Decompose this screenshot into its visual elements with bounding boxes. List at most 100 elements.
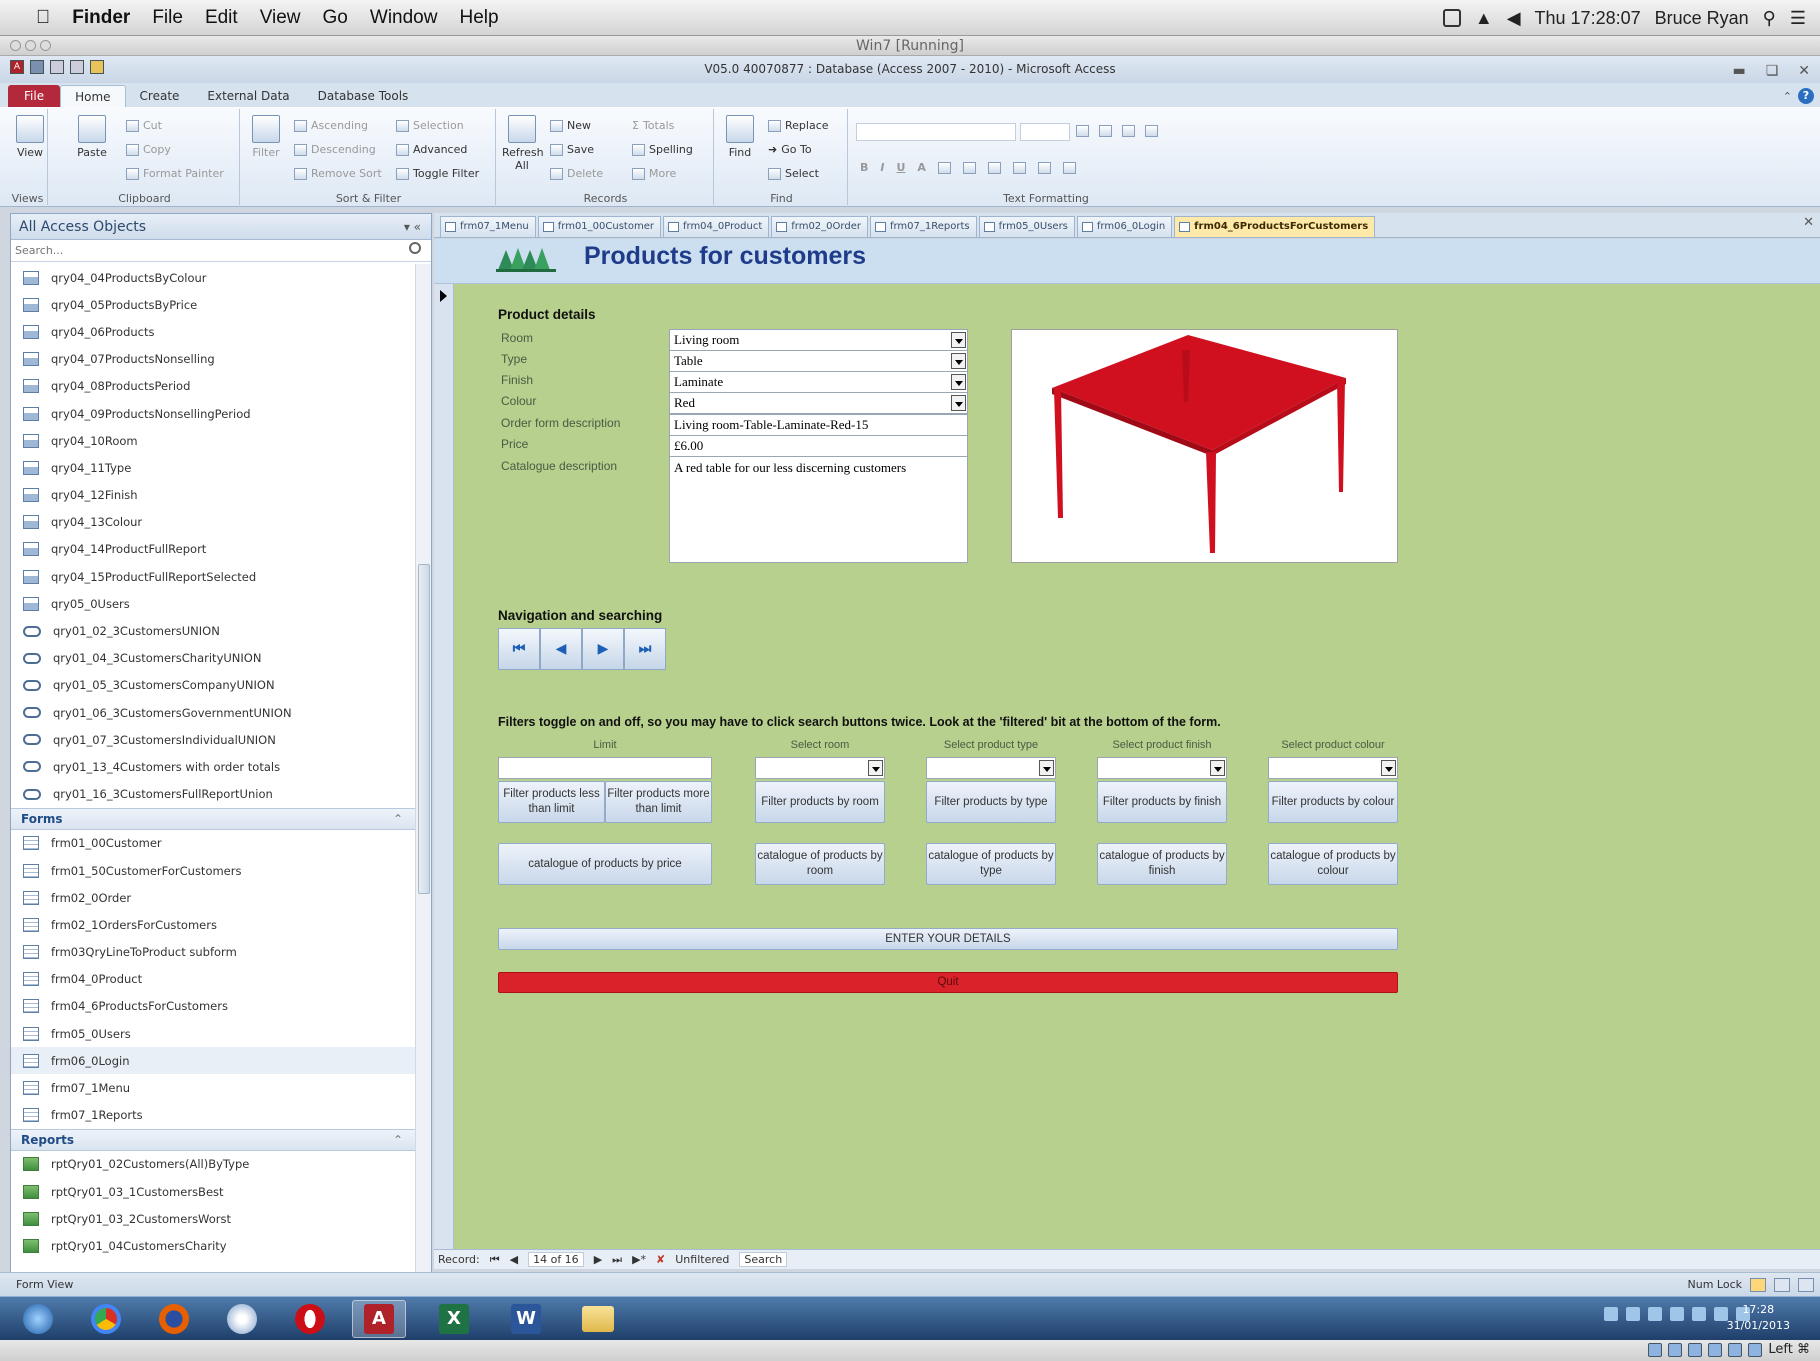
list-item[interactable]: qry04_14ProductFullReport	[11, 536, 415, 563]
selection-button[interactable]: Selection	[396, 119, 464, 132]
status-icon[interactable]	[1442, 9, 1461, 27]
catalogue-by-colour-button[interactable]: catalogue of products by colour	[1268, 843, 1398, 885]
list-item[interactable]: frm04_0Product	[11, 966, 415, 993]
list-item[interactable]: qry04_09ProductsNonsellingPeriod	[11, 400, 415, 427]
italic-icon[interactable]: I	[880, 161, 884, 174]
spotlight-icon[interactable]: ⚲	[1763, 8, 1776, 29]
doc-tab[interactable]: frm07_1Menu	[440, 216, 536, 237]
folder-icon[interactable]	[90, 60, 104, 74]
advanced-button[interactable]: Advanced	[396, 143, 467, 156]
align-right-icon[interactable]	[1037, 161, 1051, 174]
list-item[interactable]: rptQry01_02Customers(All)ByType	[11, 1151, 415, 1178]
save-icon[interactable]	[30, 60, 44, 74]
minimize-dot[interactable]	[25, 40, 36, 51]
list-item[interactable]: rptQry01_04CustomersCharity	[11, 1232, 415, 1259]
find-button[interactable]: Find	[720, 113, 760, 159]
list-item[interactable]: frm04_6ProductsForCustomers	[11, 993, 415, 1020]
minimize-icon[interactable]: ▬	[1732, 58, 1745, 85]
totals-button[interactable]: Σ Totals	[632, 119, 674, 132]
list-item[interactable]: qry04_13Colour	[11, 509, 415, 536]
reports-section-header[interactable]: Reports ⌃	[11, 1128, 415, 1151]
filter-by-finish-button[interactable]: Filter products by finish	[1097, 781, 1227, 823]
replace-button[interactable]: Replace	[768, 119, 829, 132]
first-record-icon[interactable]: ⏮	[490, 1253, 500, 1267]
list-item[interactable]: frm01_50CustomerForCustomers	[11, 857, 415, 884]
design-view-icon[interactable]	[1798, 1278, 1814, 1292]
list-item[interactable]: qry04_11Type	[11, 454, 415, 481]
filter-less-than-limit-button[interactable]: Filter products less than limit	[498, 781, 605, 823]
list-item[interactable]: qry04_12Finish	[11, 482, 415, 509]
chevron-down-icon[interactable]	[951, 332, 966, 348]
list-item[interactable]: frm07_1Reports	[11, 1102, 415, 1129]
chevron-down-icon[interactable]	[1381, 760, 1396, 776]
new-record-icon[interactable]: ▶*	[632, 1253, 646, 1266]
doc-tab[interactable]: frm01_00Customer	[537, 216, 661, 237]
finish-combo[interactable]: Laminate	[669, 371, 968, 393]
copy-button[interactable]: Copy	[126, 143, 171, 156]
doc-tab[interactable]: frm04_0Product	[662, 216, 770, 237]
align-center-icon[interactable]	[1012, 161, 1026, 174]
access-app-icon[interactable]: A	[10, 60, 24, 74]
wifi-icon[interactable]: ▲	[1475, 8, 1493, 29]
prev-record-icon[interactable]: ◀	[510, 1253, 518, 1266]
list-item[interactable]: frm02_0Order	[11, 884, 415, 911]
last-record-icon[interactable]: ⏭	[612, 1253, 622, 1267]
volume-icon[interactable]: ◀	[1507, 8, 1521, 29]
list-item[interactable]: qry01_05_3CustomersCompanyUNION	[11, 672, 415, 699]
list-item[interactable]: qry01_16_3CustomersFullReportUnion	[11, 781, 415, 808]
search-icon[interactable]	[409, 242, 421, 254]
select-colour-combo[interactable]	[1268, 757, 1398, 779]
list-item[interactable]: frm03QryLineToProduct subform	[11, 939, 415, 966]
menu-file[interactable]: File	[152, 7, 183, 29]
vm-disk-icon[interactable]	[1648, 1342, 1663, 1357]
first-record-button[interactable]: ⏮	[498, 628, 540, 670]
menu-edit[interactable]: Edit	[205, 7, 238, 29]
redo-icon[interactable]	[70, 60, 84, 74]
tab-database-tools[interactable]: Database Tools	[304, 85, 423, 107]
ascending-button[interactable]: Ascending	[294, 119, 368, 132]
save-record-button[interactable]: Save	[550, 143, 594, 156]
chevron-down-icon[interactable]	[1210, 760, 1225, 776]
chevron-down-icon[interactable]	[951, 353, 966, 369]
close-icon[interactable]: ✕	[1798, 58, 1810, 85]
tray-icon[interactable]	[1648, 1307, 1662, 1321]
doc-tab[interactable]: frm07_1Reports	[869, 216, 977, 237]
vm-cd-icon[interactable]	[1668, 1342, 1683, 1357]
refresh-all-button[interactable]: Refresh All	[502, 113, 544, 172]
filter-button[interactable]: Filter	[246, 113, 286, 159]
list-item[interactable]: frm06_0Login	[11, 1047, 415, 1075]
toggle-filter-button[interactable]: Toggle Filter	[396, 167, 479, 180]
forms-section-header[interactable]: Forms ⌃	[11, 807, 415, 830]
start-button[interactable]	[16, 1300, 60, 1338]
enter-your-details-button[interactable]: ENTER YOUR DETAILS	[498, 928, 1398, 950]
close-document-icon[interactable]: ✕	[1803, 215, 1814, 230]
room-combo[interactable]: Living room	[669, 329, 968, 351]
zoom-dot[interactable]	[40, 40, 51, 51]
spelling-button[interactable]: Spelling	[632, 143, 693, 156]
filter-more-than-limit-button[interactable]: Filter products more than limit	[605, 781, 712, 823]
gridlines-icon[interactable]	[1062, 161, 1076, 174]
colour-combo[interactable]: Red	[669, 392, 968, 414]
tab-create[interactable]: Create	[126, 85, 194, 107]
taskbar-access[interactable]: A	[352, 1300, 406, 1338]
type-combo[interactable]: Table	[669, 350, 968, 372]
taskbar-opera[interactable]	[288, 1300, 332, 1338]
catalogue-by-price-button[interactable]: catalogue of products by price	[498, 843, 712, 885]
nav-pane-header[interactable]: All Access Objects ▾ «	[11, 214, 431, 240]
font-size-select[interactable]	[1020, 123, 1070, 141]
taskbar-firefox[interactable]	[152, 1300, 196, 1338]
font-color-icon[interactable]: A	[917, 161, 926, 174]
descending-button[interactable]: Descending	[294, 143, 376, 156]
list-item[interactable]: qry01_07_3CustomersIndividualUNION	[11, 726, 415, 753]
collapse-icon[interactable]: ⌃	[393, 809, 403, 830]
format-painter-button[interactable]: Format Painter	[126, 167, 224, 180]
highlight-icon[interactable]	[937, 161, 951, 174]
scrollbar-thumb[interactable]	[418, 564, 430, 894]
nav-pane-collapse-icon[interactable]: ▾ «	[404, 214, 421, 240]
outdent-icon[interactable]	[1145, 125, 1158, 137]
undo-icon[interactable]	[50, 60, 64, 74]
next-record-button[interactable]: ▶	[582, 628, 624, 670]
taskbar-clock[interactable]: 17:28 31/01/2013	[1727, 1302, 1790, 1334]
quit-button[interactable]: Quit	[498, 972, 1398, 993]
underline-icon[interactable]: U	[896, 161, 905, 174]
